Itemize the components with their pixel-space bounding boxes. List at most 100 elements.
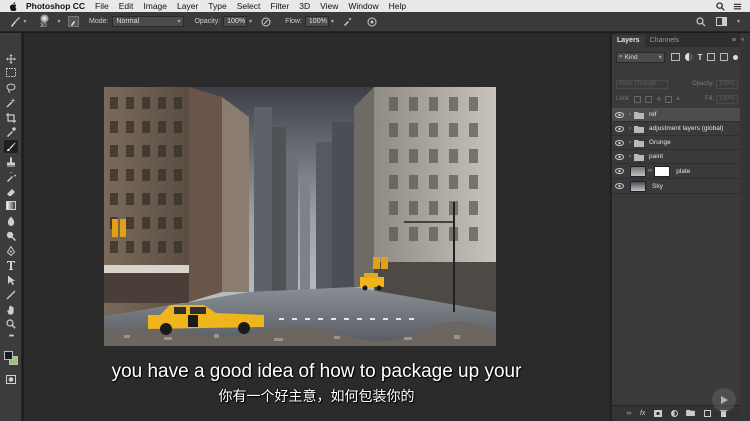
eye-icon[interactable]: [612, 125, 626, 132]
city-street-artwork[interactable]: [104, 87, 496, 346]
marquee-tool-icon[interactable]: [4, 66, 18, 79]
filter-adjustment-icon[interactable]: [684, 53, 693, 61]
panel-menu-icon[interactable]: ≡: [732, 35, 736, 47]
search-icon[interactable]: [696, 16, 706, 27]
layer-row-paint[interactable]: › paint: [612, 150, 741, 164]
chevron-right-icon[interactable]: ›: [626, 112, 634, 118]
eye-icon[interactable]: [612, 183, 626, 189]
adjustment-layer-icon[interactable]: [670, 410, 678, 417]
eraser-tool-icon[interactable]: [4, 185, 18, 198]
tab-layers[interactable]: Layers: [612, 35, 645, 47]
airbrush-icon[interactable]: [342, 17, 353, 27]
menu-bar: Photoshop CC File Edit Image Layer Type …: [0, 0, 750, 12]
magic-wand-tool-icon[interactable]: [4, 96, 18, 109]
brush-size-picker[interactable]: 30: [36, 13, 56, 31]
chevron-down-icon[interactable]: ▾: [22, 18, 28, 25]
pressure-size-icon[interactable]: [367, 17, 378, 27]
app-name[interactable]: Photoshop CC: [26, 1, 85, 11]
flow-input[interactable]: 100%: [304, 16, 329, 27]
menu-list-icon[interactable]: [733, 2, 742, 11]
dodge-tool-icon[interactable]: [4, 229, 18, 242]
chevron-right-icon[interactable]: ›: [626, 140, 634, 146]
gradient-tool-icon[interactable]: [4, 199, 18, 212]
lock-transparency-icon[interactable]: [634, 95, 642, 103]
type-tool-icon[interactable]: [4, 258, 18, 271]
menu-window[interactable]: Window: [348, 1, 378, 11]
pen-tool-icon[interactable]: [4, 244, 18, 257]
menu-3d[interactable]: 3D: [299, 1, 310, 11]
menu-edit[interactable]: Edit: [119, 1, 134, 11]
link-layers-icon[interactable]: ∞: [626, 410, 631, 417]
menu-filter[interactable]: Filter: [270, 1, 289, 11]
mask-thumbnail[interactable]: [654, 165, 671, 177]
chevron-right-icon[interactable]: ›: [626, 154, 634, 160]
filter-kind-select[interactable]: ⌕ Kind ▾: [616, 51, 665, 63]
menu-file[interactable]: File: [95, 1, 109, 11]
more-tools-icon[interactable]: •••: [4, 330, 18, 343]
lock-position-icon[interactable]: ✥: [656, 96, 661, 103]
eye-icon[interactable]: [612, 111, 626, 118]
filter-shape-icon[interactable]: [707, 53, 716, 61]
blur-tool-icon[interactable]: [4, 214, 18, 227]
lock-all-icon[interactable]: 🔒︎: [676, 96, 679, 103]
lasso-tool-icon[interactable]: [4, 81, 18, 94]
layer-style-icon[interactable]: fx: [640, 410, 645, 417]
crop-tool-icon[interactable]: [4, 111, 18, 124]
lock-artboard-icon[interactable]: [665, 95, 673, 103]
tab-channels[interactable]: Channels: [645, 35, 685, 47]
mode-select[interactable]: Normal ▾: [112, 16, 185, 27]
move-tool-icon[interactable]: [4, 52, 18, 65]
brush-tool-icon[interactable]: [4, 140, 18, 153]
quick-mask-icon[interactable]: [4, 373, 18, 386]
filter-pixel-icon[interactable]: [670, 53, 680, 61]
new-group-icon[interactable]: [686, 409, 696, 418]
filter-smart-object-icon[interactable]: [720, 53, 729, 61]
layer-row-plate[interactable]: ∞ plate: [612, 164, 741, 179]
eyedropper-tool-icon[interactable]: [4, 125, 18, 138]
path-selection-tool-icon[interactable]: [4, 273, 18, 286]
collapse-panels-icon[interactable]: «: [741, 37, 744, 43]
foreground-color-swatch[interactable]: [4, 351, 13, 360]
menu-view[interactable]: View: [320, 1, 338, 11]
workspace-icon[interactable]: [715, 17, 727, 26]
chevron-down-icon[interactable]: ▾: [56, 18, 62, 25]
brush-panel-toggle-icon[interactable]: [68, 16, 79, 27]
layer-opacity-input[interactable]: 100%: [716, 79, 738, 89]
clone-stamp-tool-icon[interactable]: [4, 155, 18, 168]
pressure-opacity-icon[interactable]: [260, 17, 271, 27]
menu-image[interactable]: Image: [143, 1, 167, 11]
layer-row-ref[interactable]: › ref: [612, 108, 741, 122]
layer-row-grunge[interactable]: › Grunge: [612, 136, 741, 150]
apple-icon[interactable]: [8, 1, 18, 11]
new-layer-icon[interactable]: [703, 410, 711, 417]
opacity-input[interactable]: 100%: [223, 16, 248, 27]
chevron-down-icon[interactable]: ▾: [737, 18, 740, 25]
link-icon[interactable]: ∞: [648, 168, 652, 174]
blend-mode-select[interactable]: Pass Through: [616, 79, 668, 89]
zoom-tool-icon[interactable]: [4, 317, 18, 330]
menu-type[interactable]: Type: [208, 1, 226, 11]
menu-layer[interactable]: Layer: [177, 1, 198, 11]
layer-row-adjustment-layers[interactable]: › adjustment layers (global): [612, 122, 741, 136]
history-brush-tool-icon[interactable]: [4, 170, 18, 183]
chevron-down-icon[interactable]: ▾: [331, 18, 334, 25]
eye-icon[interactable]: [612, 139, 626, 146]
filter-toggle-icon[interactable]: [733, 54, 739, 60]
search-icon[interactable]: [716, 1, 725, 11]
layer-row-sky[interactable]: Sky: [612, 179, 741, 194]
chevron-down-icon[interactable]: ▾: [249, 18, 252, 25]
chevron-right-icon[interactable]: ›: [626, 126, 634, 132]
brush-tool-preset-icon[interactable]: [8, 16, 22, 28]
line-tool-icon[interactable]: [4, 288, 18, 301]
filter-type-icon[interactable]: T: [698, 53, 703, 62]
menu-select[interactable]: Select: [237, 1, 261, 11]
add-mask-icon[interactable]: [654, 410, 663, 417]
hand-tool-icon[interactable]: [4, 303, 18, 316]
eye-icon[interactable]: [612, 168, 626, 174]
layer-name: paint: [649, 153, 664, 160]
lock-pixels-icon[interactable]: [645, 95, 653, 103]
fill-input[interactable]: 100%: [716, 94, 738, 104]
eye-icon[interactable]: [612, 153, 626, 160]
menu-help[interactable]: Help: [389, 1, 406, 11]
options-bar: ▾ 30 ▾ Mode: Normal ▾ Opacity: 100% ▾ Fl…: [0, 12, 750, 32]
